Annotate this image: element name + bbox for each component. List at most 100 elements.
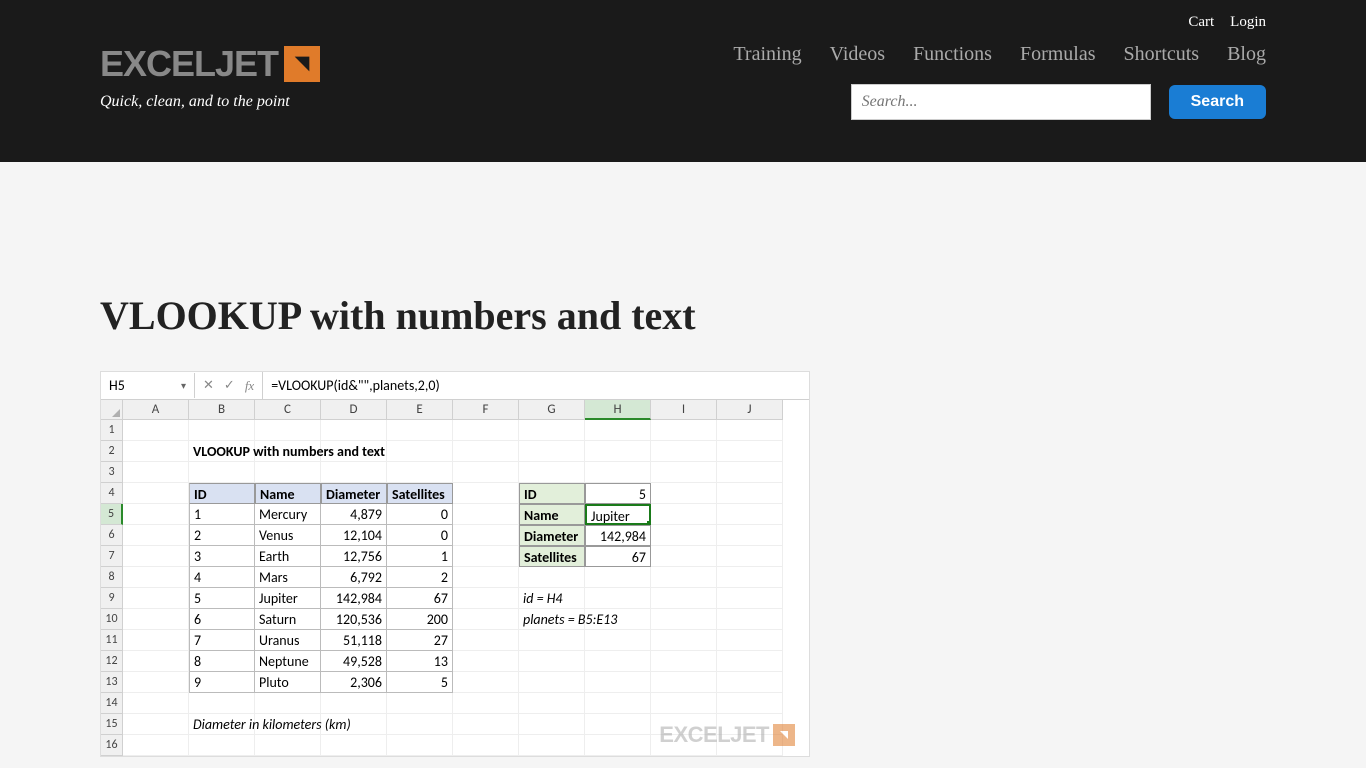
row-header[interactable]: 9 [101, 588, 123, 609]
row-header[interactable]: 2 [101, 441, 123, 462]
col-header[interactable]: I [651, 400, 717, 420]
table-cell: Mars [255, 567, 321, 588]
page-title: VLOOKUP with numbers and text [100, 292, 1266, 339]
col-header[interactable]: A [123, 400, 189, 420]
table-header-satellites: Satellites [387, 483, 453, 504]
table-cell: Jupiter [255, 588, 321, 609]
logo-text: EXCELJET [100, 43, 278, 85]
table-cell: 120,536 [321, 609, 387, 630]
cell-grid: VLOOKUP with numbers and text ID Name Di… [123, 420, 809, 756]
main-nav: Training Videos Functions Formulas Short… [733, 43, 1266, 66]
table-cell: 51,118 [321, 630, 387, 651]
table-header-id: ID [189, 483, 255, 504]
note-planets: planets = B5:E13 [519, 609, 621, 630]
formula-bar-icons: ✕ ✓ fx [195, 372, 263, 399]
table-cell: Mercury [255, 504, 321, 525]
row-header[interactable]: 10 [101, 609, 123, 630]
table-cell: Pluto [255, 672, 321, 693]
row-header[interactable]: 5 [101, 504, 123, 525]
table-cell: 2 [189, 525, 255, 546]
name-box[interactable]: H5 ▾ [101, 373, 195, 398]
formula-bar: H5 ▾ ✕ ✓ fx =VLOOKUP(id&"",planets,2,0) [101, 372, 809, 400]
table-cell: 4 [189, 567, 255, 588]
search-button[interactable]: Search [1169, 85, 1266, 119]
table-cell: 1 [189, 504, 255, 525]
table-cell: 49,528 [321, 651, 387, 672]
table-cell: 6,792 [321, 567, 387, 588]
table-header-diameter: Diameter [321, 483, 387, 504]
row-header[interactable]: 3 [101, 462, 123, 483]
table-cell: 5 [189, 588, 255, 609]
select-all-corner[interactable] [101, 400, 123, 420]
table-cell: 9 [189, 672, 255, 693]
col-header[interactable]: H [585, 400, 651, 420]
site-logo[interactable]: EXCELJET [100, 43, 320, 85]
col-header[interactable]: G [519, 400, 585, 420]
nav-functions[interactable]: Functions [913, 43, 992, 66]
enter-icon[interactable]: ✓ [224, 378, 235, 393]
row-header[interactable]: 1 [101, 420, 123, 441]
nav-shortcuts[interactable]: Shortcuts [1124, 43, 1200, 66]
table-cell: 142,984 [321, 588, 387, 609]
formula-input[interactable]: =VLOOKUP(id&"",planets,2,0) [263, 373, 809, 398]
lookup-value-satellites: 67 [585, 546, 651, 567]
excel-screenshot: H5 ▾ ✕ ✓ fx =VLOOKUP(id&"",planets,2,0) … [100, 371, 810, 757]
col-header[interactable]: E [387, 400, 453, 420]
row-header[interactable]: 15 [101, 714, 123, 735]
table-cell: 2,306 [321, 672, 387, 693]
table-cell: Saturn [255, 609, 321, 630]
table-cell: Neptune [255, 651, 321, 672]
table-cell: 1 [387, 546, 453, 567]
page-content: VLOOKUP with numbers and text H5 ▾ ✕ ✓ f… [0, 162, 1366, 757]
row-header[interactable]: 12 [101, 651, 123, 672]
lookup-label-name: Name [519, 504, 585, 525]
col-header[interactable]: B [189, 400, 255, 420]
col-header[interactable]: F [453, 400, 519, 420]
table-cell: Venus [255, 525, 321, 546]
table-cell: 2 [387, 567, 453, 588]
top-bar: Cart Login [0, 0, 1366, 31]
row-headers: 1 2 3 4 5 6 7 8 9 10 11 12 13 14 15 16 [101, 420, 123, 756]
watermark-arrow-icon [773, 724, 795, 746]
lookup-value-id: 5 [585, 483, 651, 504]
table-cell: 13 [387, 651, 453, 672]
lookup-value-name: Jupiter [585, 504, 651, 525]
nav-formulas[interactable]: Formulas [1020, 43, 1096, 66]
lookup-label-diameter: Diameter [519, 525, 585, 546]
table-cell: 5 [387, 672, 453, 693]
table-cell: 4,879 [321, 504, 387, 525]
row-header[interactable]: 8 [101, 567, 123, 588]
cancel-icon[interactable]: ✕ [203, 378, 214, 393]
table-cell: 3 [189, 546, 255, 567]
table-cell: 67 [387, 588, 453, 609]
fx-icon[interactable]: fx [245, 378, 254, 394]
lookup-label-id: ID [519, 483, 585, 504]
watermark-text: EXCELJET [659, 722, 769, 748]
login-link[interactable]: Login [1230, 14, 1266, 31]
table-cell: 6 [189, 609, 255, 630]
row-header[interactable]: 14 [101, 693, 123, 714]
lookup-value-diameter: 142,984 [585, 525, 651, 546]
logo-block: EXCELJET Quick, clean, and to the point [100, 43, 320, 111]
col-header[interactable]: D [321, 400, 387, 420]
table-cell: 0 [387, 525, 453, 546]
nav-blog[interactable]: Blog [1227, 43, 1266, 66]
logo-arrow-icon [284, 46, 320, 82]
nav-training[interactable]: Training [733, 43, 801, 66]
row-header[interactable]: 13 [101, 672, 123, 693]
col-header[interactable]: J [717, 400, 783, 420]
row-header[interactable]: 7 [101, 546, 123, 567]
nav-videos[interactable]: Videos [830, 43, 885, 66]
row-header[interactable]: 16 [101, 735, 123, 756]
tagline: Quick, clean, and to the point [100, 93, 320, 111]
row-header[interactable]: 6 [101, 525, 123, 546]
cart-link[interactable]: Cart [1188, 14, 1214, 31]
table-cell: 200 [387, 609, 453, 630]
note-footer: Diameter in kilometers (km) [189, 714, 355, 735]
note-id: id = H4 [519, 588, 567, 609]
row-header[interactable]: 4 [101, 483, 123, 504]
row-header[interactable]: 11 [101, 630, 123, 651]
table-cell: 27 [387, 630, 453, 651]
col-header[interactable]: C [255, 400, 321, 420]
search-input[interactable] [851, 84, 1151, 120]
